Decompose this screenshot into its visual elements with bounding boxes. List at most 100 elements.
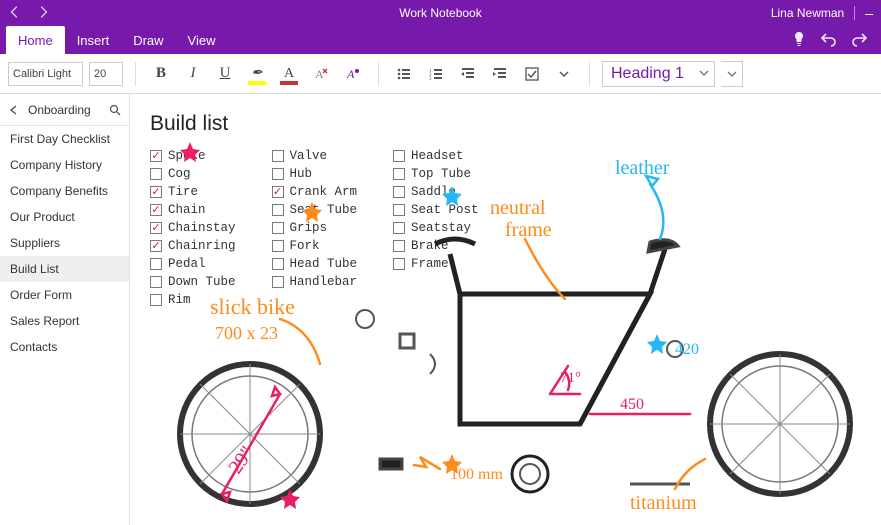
checklist-item-label: Chain — [168, 203, 206, 217]
ink-label: 420 — [675, 341, 699, 358]
styles-gallery-button[interactable] — [721, 61, 743, 87]
checkbox-icon[interactable] — [150, 150, 162, 162]
todo-tag-button[interactable] — [519, 61, 545, 87]
checkbox-icon[interactable] — [272, 276, 284, 288]
checklist-item[interactable]: Saddle — [393, 184, 479, 200]
checkbox-icon[interactable] — [150, 186, 162, 198]
checkbox-icon[interactable] — [272, 222, 284, 234]
font-color-button[interactable]: A — [276, 61, 302, 87]
checkbox-icon[interactable] — [150, 276, 162, 288]
clear-formatting-button[interactable]: A — [308, 61, 334, 87]
sidebar-page-item[interactable]: Company History — [0, 152, 129, 178]
todo-dropdown-icon[interactable] — [551, 61, 577, 87]
styles-select[interactable]: Heading 1 — [602, 61, 715, 87]
ink-label: 100 mm — [450, 466, 503, 483]
checklist-item[interactable]: Valve — [272, 148, 358, 164]
indent-button[interactable] — [487, 61, 513, 87]
checkbox-icon[interactable] — [393, 186, 405, 198]
checkbox-icon[interactable] — [150, 258, 162, 270]
checklist-item[interactable]: Head Tube — [272, 256, 358, 272]
search-icon[interactable] — [107, 104, 123, 116]
checklist-item[interactable]: Pedal — [150, 256, 236, 272]
checklist-item[interactable]: Rim — [150, 292, 236, 308]
bullet-list-button[interactable] — [391, 61, 417, 87]
checkbox-icon[interactable] — [272, 204, 284, 216]
checkbox-icon[interactable] — [150, 294, 162, 306]
sidebar-page-item[interactable]: Our Product — [0, 204, 129, 230]
checklist-item[interactable]: Frame — [393, 256, 479, 272]
checklist-item[interactable]: Tire — [150, 184, 236, 200]
checklist-item[interactable]: Handlebar — [272, 274, 358, 290]
redo-icon[interactable] — [851, 31, 867, 50]
section-name[interactable]: Onboarding — [28, 103, 101, 117]
checkbox-icon[interactable] — [393, 150, 405, 162]
checklist-item[interactable]: Seatstay — [393, 220, 479, 236]
checklist-item[interactable]: Fork — [272, 238, 358, 254]
checklist-item[interactable]: Down Tube — [150, 274, 236, 290]
checklist-item[interactable]: Top Tube — [393, 166, 479, 182]
checklist-item-label: Chainring — [168, 239, 236, 253]
sidebar-page-item[interactable]: Sales Report — [0, 308, 129, 334]
checklist-item-label: Seat Post — [411, 203, 479, 217]
tab-view[interactable]: View — [176, 26, 228, 54]
checkbox-icon[interactable] — [393, 222, 405, 234]
undo-icon[interactable] — [821, 31, 837, 50]
checklist-item-label: Hub — [290, 167, 313, 181]
checkbox-icon[interactable] — [272, 240, 284, 252]
bold-button[interactable]: B — [148, 61, 174, 87]
page-canvas[interactable]: Build list Spoke Cog Tire Chain Chainstay Cha… — [130, 94, 881, 525]
format-painter-button[interactable]: A — [340, 61, 366, 87]
forward-arrow-icon[interactable] — [36, 5, 50, 22]
font-size-input[interactable] — [89, 62, 123, 86]
highlight-button[interactable]: ✒ — [244, 61, 270, 87]
checkbox-icon[interactable] — [393, 168, 405, 180]
checkbox-icon[interactable] — [272, 258, 284, 270]
checklist-item[interactable]: Grips — [272, 220, 358, 236]
italic-button[interactable]: I — [180, 61, 206, 87]
checklist-column: Valve Hub Crank Arm Seat Tube Grips Fork Head … — [272, 148, 358, 308]
tab-insert[interactable]: Insert — [65, 26, 122, 54]
checklist-item-label: Chainstay — [168, 221, 236, 235]
checklist-item[interactable]: Crank Arm — [272, 184, 358, 200]
checkbox-icon[interactable] — [393, 240, 405, 252]
checkbox-icon[interactable] — [150, 222, 162, 234]
font-name-input[interactable] — [8, 62, 83, 86]
sidebar-page-item[interactable]: Build List — [0, 256, 129, 282]
checklist-item[interactable]: Hub — [272, 166, 358, 182]
checkbox-icon[interactable] — [393, 258, 405, 270]
outdent-button[interactable] — [455, 61, 481, 87]
checkbox-icon[interactable] — [272, 150, 284, 162]
sidebar-page-item[interactable]: First Day Checklist — [0, 126, 129, 152]
checklist-item[interactable]: Chainstay — [150, 220, 236, 236]
tab-home[interactable]: Home — [6, 26, 65, 54]
checklist-item[interactable]: Headset — [393, 148, 479, 164]
checklist-item[interactable]: Chainring — [150, 238, 236, 254]
svg-text:A: A — [346, 67, 355, 81]
sidebar-back-icon[interactable] — [6, 105, 22, 115]
checklist-item[interactable]: Seat Tube — [272, 202, 358, 218]
checkbox-icon[interactable] — [393, 204, 405, 216]
checkbox-icon[interactable] — [150, 204, 162, 216]
checklist-item[interactable]: Brake — [393, 238, 479, 254]
checklist-item[interactable]: Seat Post — [393, 202, 479, 218]
sidebar-page-item[interactable]: Order Form — [0, 282, 129, 308]
window-minimize-icon[interactable]: – — [865, 5, 873, 21]
checklist-item[interactable]: Spoke — [150, 148, 236, 164]
user-name[interactable]: Lina Newman — [771, 6, 844, 20]
numbered-list-button[interactable]: 123 — [423, 61, 449, 87]
checkbox-icon[interactable] — [272, 186, 284, 198]
checkbox-icon[interactable] — [150, 168, 162, 180]
page-title[interactable]: Build list — [150, 112, 861, 136]
sidebar-page-item[interactable]: Contacts — [0, 334, 129, 360]
ribbon-separator — [589, 62, 590, 86]
sidebar-page-item[interactable]: Suppliers — [0, 230, 129, 256]
checkbox-icon[interactable] — [150, 240, 162, 252]
underline-button[interactable]: U — [212, 61, 238, 87]
tab-draw[interactable]: Draw — [121, 26, 175, 54]
checklist-item[interactable]: Chain — [150, 202, 236, 218]
back-arrow-icon[interactable] — [8, 5, 22, 22]
lightbulb-icon[interactable] — [791, 31, 807, 50]
sidebar-page-item[interactable]: Company Benefits — [0, 178, 129, 204]
checklist-item[interactable]: Cog — [150, 166, 236, 182]
checkbox-icon[interactable] — [272, 168, 284, 180]
